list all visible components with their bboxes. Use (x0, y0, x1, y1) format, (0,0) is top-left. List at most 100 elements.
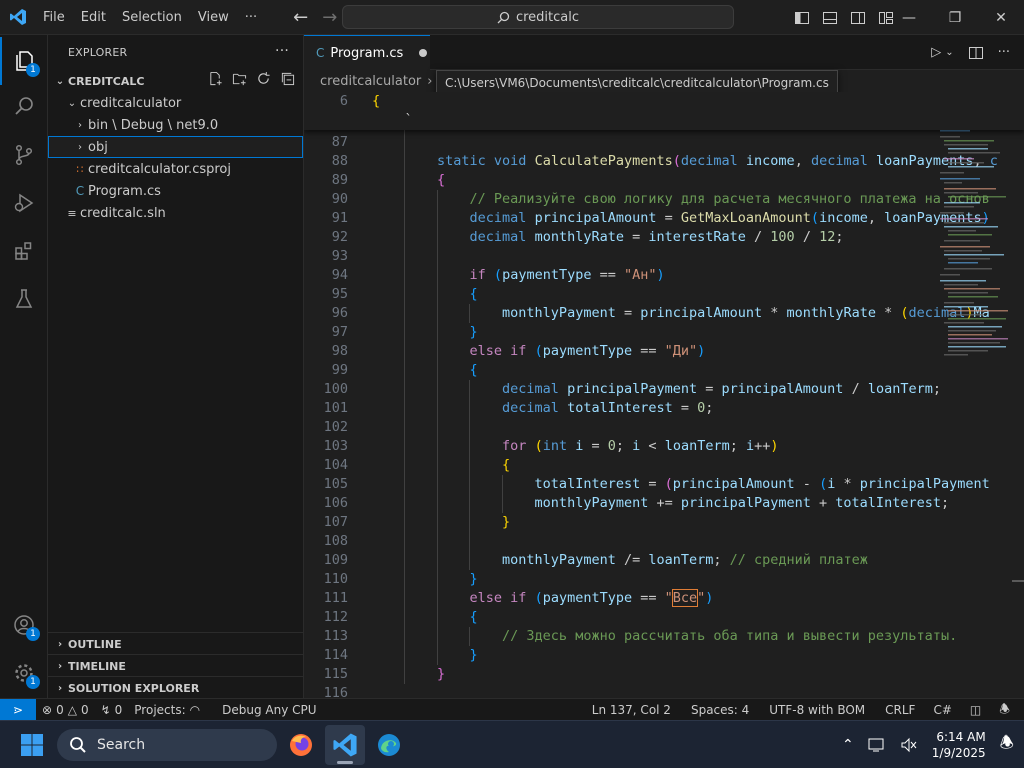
code-line[interactable]: 102 (304, 418, 1024, 437)
indentation-status[interactable]: Spaces: 4 (685, 703, 755, 717)
toggle-primary-sidebar-icon[interactable] (794, 10, 810, 26)
edge-icon[interactable] (369, 725, 409, 765)
tree-item-bin-folder[interactable]: › bin \ Debug \ net9.0 (48, 114, 303, 136)
remote-indicator-icon[interactable]: ⋗ (0, 698, 36, 721)
encoding-status[interactable]: UTF-8 with BOM (763, 703, 871, 717)
minimap[interactable] (932, 92, 1010, 698)
breadcrumb-item[interactable]: creditcalculator (320, 74, 421, 89)
show-hidden-icons-chevron-icon[interactable]: ⌃ (842, 737, 854, 753)
sticky-scroll[interactable]: 6{ ` (304, 92, 1024, 130)
code-editor[interactable]: 6{ ` 86 }8788 static void CalculatePayme… (304, 92, 1024, 698)
code-line[interactable]: 116 (304, 684, 1024, 698)
toggle-secondary-sidebar-icon[interactable] (850, 10, 866, 26)
network-icon[interactable] (868, 737, 886, 753)
menu-selection[interactable]: Selection (114, 0, 190, 35)
tree-item-csproj-file[interactable]: ∷ creditcalculator.csproj (48, 158, 303, 180)
minimize-icon[interactable]: — (886, 0, 932, 35)
code-line[interactable]: 110 } (304, 570, 1024, 589)
testing-flask-icon[interactable] (0, 275, 48, 323)
windows-start-icon[interactable] (12, 725, 52, 765)
code-line[interactable]: 98 else if (paymentType == "Ди") (304, 342, 1024, 361)
projects-status[interactable]: Projects: ◠ (128, 703, 206, 717)
cursor-position-status[interactable]: Ln 137, Col 2 (586, 703, 677, 717)
code-line[interactable]: 89 { (304, 171, 1024, 190)
copilot-icon[interactable]: ◫ (964, 703, 987, 717)
timeline-section[interactable]: › TIMELINE (48, 654, 304, 677)
code-line[interactable]: 105 totalInterest = (principalAmount - (… (304, 475, 1024, 494)
code-line[interactable]: 113 // Здесь можно рассчитать оба типа и… (304, 627, 1024, 646)
unsaved-dot-icon[interactable] (419, 49, 428, 57)
system-clock[interactable]: 6:14 AM 1/9/2025 (932, 729, 986, 761)
taskbar-search[interactable]: Search (57, 729, 277, 761)
more-actions-icon[interactable]: ··· (275, 43, 289, 59)
forward-arrow-icon[interactable]: → (322, 7, 337, 28)
scrollbar-indicator[interactable] (1012, 580, 1024, 582)
code-line[interactable]: 112 { (304, 608, 1024, 627)
language-mode-status[interactable]: C# (927, 703, 957, 717)
notifications-bell-icon[interactable]: 🕭 (993, 700, 1016, 721)
outline-section[interactable]: › OUTLINE (48, 632, 304, 655)
code-line[interactable]: 6{ (304, 92, 1024, 111)
source-control-icon[interactable] (0, 131, 48, 179)
menu-more[interactable]: ··· (237, 0, 265, 35)
tab-program-cs[interactable]: C Program.cs (304, 35, 430, 70)
menu-edit[interactable]: Edit (73, 0, 114, 35)
solution-explorer-section[interactable]: › SOLUTION EXPLORER (48, 676, 304, 699)
command-center-search[interactable]: creditcalc (342, 5, 734, 29)
code-line[interactable]: 90 // Реализуйте свою логику для расчета… (304, 190, 1024, 209)
code-line[interactable]: 109 monthlyPayment /= loanTerm; // средн… (304, 551, 1024, 570)
tree-item-creditcalculator-folder[interactable]: ⌄ creditcalculator (48, 92, 303, 114)
code-line[interactable]: 104 { (304, 456, 1024, 475)
code-line[interactable]: 96 monthlyPayment = principalAmount * mo… (304, 304, 1024, 323)
problems-status[interactable]: ⊗ 0 △ 0 (36, 703, 95, 717)
notifications-icon[interactable]: 🕭 (1000, 732, 1014, 759)
code-line[interactable]: 91 decimal principalAmount = GetMaxLoanA… (304, 209, 1024, 228)
collapse-all-icon[interactable] (280, 71, 295, 86)
tree-item-sln-file[interactable]: ≡ creditcalc.sln (48, 202, 303, 224)
menu-file[interactable]: File (35, 0, 73, 35)
run-icon[interactable]: ▷ (931, 45, 941, 60)
code-line[interactable]: 95 { (304, 285, 1024, 304)
firefox-icon[interactable] (281, 725, 321, 765)
volume-muted-icon[interactable] (900, 737, 918, 753)
code-line[interactable]: 114 } (304, 646, 1024, 665)
code-line[interactable]: 97 } (304, 323, 1024, 342)
vscode-taskbar-icon[interactable] (325, 725, 365, 765)
debug-config-status[interactable]: Debug Any CPU (216, 703, 322, 717)
code-line[interactable]: 115 } (304, 665, 1024, 684)
close-icon[interactable]: ✕ (978, 0, 1024, 35)
code-line[interactable]: 87 (304, 133, 1024, 152)
code-line[interactable]: ` (304, 111, 1024, 130)
accounts-icon[interactable]: 1 (0, 601, 48, 649)
eol-status[interactable]: CRLF (879, 703, 921, 717)
code-line[interactable]: 106 monthlyPayment += principalPayment +… (304, 494, 1024, 513)
code-line[interactable]: 108 (304, 532, 1024, 551)
code-line[interactable]: 99 { (304, 361, 1024, 380)
ports-status[interactable]: ↯ 0 (95, 703, 129, 717)
tree-item-obj-folder[interactable]: › obj (48, 136, 303, 158)
new-folder-icon[interactable] (232, 71, 247, 86)
editor-more-actions-icon[interactable]: ··· (998, 45, 1010, 60)
explorer-icon[interactable]: 1 (0, 37, 48, 85)
menu-view[interactable]: View (190, 0, 237, 35)
code-line[interactable]: 107 } (304, 513, 1024, 532)
code-line[interactable]: 94 if (paymentType == "Ан") (304, 266, 1024, 285)
back-arrow-icon[interactable]: ← (293, 7, 308, 28)
code-line[interactable]: 100 decimal principalPayment = principal… (304, 380, 1024, 399)
new-file-icon[interactable] (208, 71, 223, 86)
run-debug-icon[interactable] (0, 179, 48, 227)
code-line[interactable]: 101 decimal totalInterest = 0; (304, 399, 1024, 418)
toggle-panel-icon[interactable] (822, 10, 838, 26)
extensions-icon[interactable] (0, 227, 48, 275)
code-line[interactable]: 92 decimal monthlyRate = interestRate / … (304, 228, 1024, 247)
manage-gear-icon[interactable]: 1 (0, 649, 48, 697)
search-view-icon[interactable] (0, 83, 48, 131)
code-line[interactable]: 111 else if (paymentType == "Все") (304, 589, 1024, 608)
run-dropdown-chevron-icon[interactable]: ⌄ (945, 47, 953, 58)
code-line[interactable]: 88 static void CalculatePayments(decimal… (304, 152, 1024, 171)
code-line[interactable]: 93 (304, 247, 1024, 266)
split-editor-icon[interactable] (968, 45, 984, 61)
refresh-icon[interactable] (256, 71, 271, 86)
tree-item-program-cs-file[interactable]: C Program.cs (48, 180, 303, 202)
code-line[interactable]: 103 for (int i = 0; i < loanTerm; i++) (304, 437, 1024, 456)
